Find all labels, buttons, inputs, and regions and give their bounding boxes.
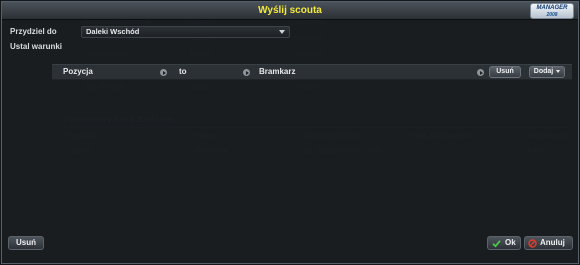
ok-button[interactable]: Ok	[487, 236, 521, 250]
value-arrow-icon[interactable]	[477, 69, 484, 76]
game-logo: MANAGER 2008	[530, 3, 574, 19]
logo-year: 2008	[546, 12, 558, 18]
assign-label: Przydziel do	[10, 27, 57, 36]
logo-text: MANAGER	[536, 5, 568, 11]
operator-arrow-icon[interactable]	[243, 69, 250, 76]
field-arrow-icon[interactable]	[160, 69, 167, 76]
conditions-label: Ustal warunki	[10, 42, 63, 51]
checkmark-icon	[492, 240, 501, 248]
remove-condition-button[interactable]: Usuń	[489, 66, 521, 78]
cancel-button-label: Anuluj	[540, 238, 565, 247]
region-dropdown[interactable]: Daleki Wschód	[81, 26, 290, 38]
send-scout-dialog: Wyślij scouta MANAGER 2008 Przydziel do …	[1, 1, 579, 264]
condition-operator[interactable]: to	[179, 67, 187, 76]
add-condition-label: Dodaj	[533, 68, 554, 75]
cancel-icon	[528, 239, 537, 248]
remove-button-label: Usuń	[16, 238, 36, 247]
region-dropdown-value: Daleki Wschód	[86, 27, 140, 36]
add-condition-button[interactable]: Dodaj	[529, 66, 565, 78]
condition-row: Pozycja to Bramkarz Usuń Dodaj	[52, 64, 572, 80]
dialog-title: Wyślij scouta	[258, 5, 322, 16]
remove-condition-label: Usuń	[496, 68, 514, 75]
remove-button[interactable]: Usuń	[8, 236, 44, 250]
chevron-down-icon	[279, 30, 285, 34]
ok-button-label: Ok	[505, 238, 516, 247]
title-bar: Wyślij scouta	[2, 2, 578, 20]
chevron-down-icon	[556, 69, 561, 73]
cancel-button[interactable]: Anuluj	[524, 236, 573, 250]
condition-value[interactable]: Bramkarz	[259, 67, 295, 76]
condition-field[interactable]: Pozycja	[63, 67, 93, 76]
